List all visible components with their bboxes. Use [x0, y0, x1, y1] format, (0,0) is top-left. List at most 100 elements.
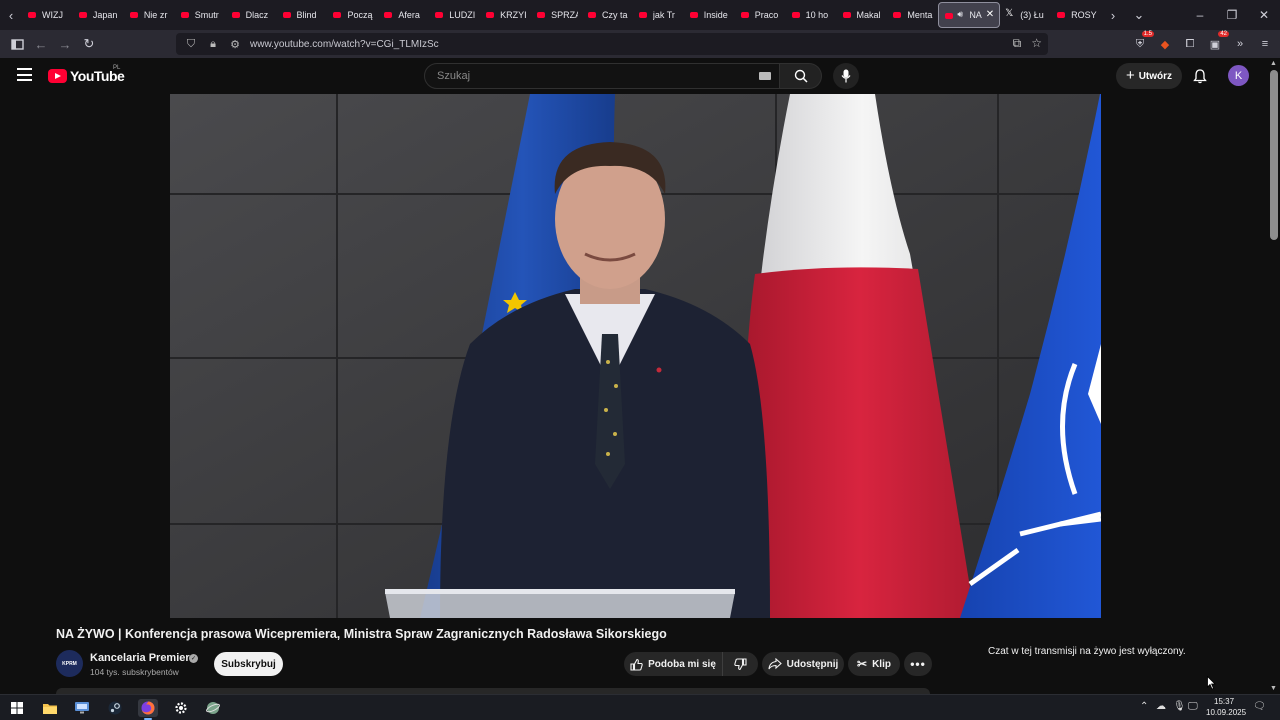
browser-tab[interactable]: ROSY	[1051, 2, 1102, 28]
account-avatar[interactable]: K	[1228, 65, 1249, 86]
picture-in-picture-icon[interactable]: ⧉	[1013, 36, 1022, 51]
subscribe-button[interactable]: Subskrybuj	[214, 652, 283, 676]
scroll-down-icon[interactable]: ▼	[1270, 685, 1277, 692]
search-input[interactable]	[435, 69, 735, 83]
reload-icon[interactable]: ↻	[77, 32, 101, 56]
youtube-logo[interactable]: YouTube PL	[48, 65, 125, 84]
window-restore-icon[interactable]: ❐	[1216, 0, 1248, 30]
video-player[interactable]	[170, 94, 1101, 618]
browser-tab-label: KRZYI	[500, 10, 527, 20]
browser-tab-label: Menta	[907, 10, 933, 20]
globe-app-icon[interactable]	[203, 699, 223, 717]
tracking-shield-icon[interactable]: ⛉	[184, 38, 198, 51]
youtube-icon	[587, 12, 596, 18]
steam-icon[interactable]	[105, 699, 125, 717]
youtube-icon	[1057, 12, 1066, 18]
search-box[interactable]	[424, 63, 780, 89]
browser-tab[interactable]: Japan	[73, 2, 124, 28]
app-menu-icon[interactable]: ≡	[1257, 36, 1273, 52]
clock-date[interactable]: 10.09.2025	[1206, 708, 1246, 717]
keyboard-icon[interactable]	[759, 72, 771, 80]
extensions-puzzle-icon[interactable]: ⧠	[1182, 36, 1198, 52]
tab-audio-speaker-icon[interactable]: 🔊︎	[957, 9, 963, 20]
share-arrow-icon	[768, 658, 782, 670]
address-bar[interactable]: ⛉ 🔒︎ ⚙︎ www.youtube.com/watch?v=CGi_TLMI…	[176, 33, 1048, 55]
url-text[interactable]: www.youtube.com/watch?v=CGi_TLMIzSc	[250, 39, 439, 50]
youtube-icon	[28, 12, 36, 18]
channel-avatar[interactable]: KPRM	[56, 650, 83, 677]
overflow-chevrons-icon[interactable]: »	[1232, 36, 1248, 52]
tab-close-icon[interactable]: ✕	[986, 9, 994, 20]
browser-tab[interactable]: Czy ta	[582, 2, 633, 28]
browser-tab[interactable]: LUDZI	[429, 2, 480, 28]
browser-tab[interactable]: Afera	[378, 2, 429, 28]
file-explorer-icon[interactable]	[40, 699, 60, 717]
browser-tab[interactable]: 𝕏 (3) Łu	[1000, 2, 1051, 28]
dislike-button[interactable]	[722, 652, 758, 676]
browser-tab[interactable]: Smutr	[175, 2, 226, 28]
like-button[interactable]: Podoba mi się	[624, 652, 722, 676]
more-actions-button[interactable]: •••	[904, 652, 932, 676]
forward-arrow-icon[interactable]: →	[53, 32, 77, 56]
lock-icon[interactable]: 🔒︎	[206, 38, 220, 51]
firefox-icon[interactable]	[138, 699, 158, 720]
browser-tab[interactable]: WIZJ	[22, 2, 73, 28]
browser-tab[interactable]: Dlacz	[226, 2, 277, 28]
tab-strip: WIZJ Japan Nie zr Smutr Dlacz Blind Począ Afera…	[22, 0, 1102, 30]
search-button[interactable]	[780, 63, 822, 89]
scrollbar-thumb[interactable]	[1270, 70, 1278, 240]
windows-start-icon[interactable]	[7, 699, 27, 717]
hamburger-menu-icon[interactable]	[17, 68, 32, 81]
window-minimize-icon[interactable]: –	[1184, 0, 1216, 30]
browser-tab[interactable]: Nie zr	[124, 2, 175, 28]
youtube-icon	[638, 12, 647, 18]
tab-list-chevron-down-icon[interactable]: ⌄	[1124, 0, 1154, 30]
browser-tab[interactable]: Począ	[327, 2, 378, 28]
clip-button[interactable]: ✂ Klip	[848, 652, 900, 676]
back-arrow-icon[interactable]: ←	[29, 32, 53, 56]
tab-scroll-left-icon[interactable]: ‹	[0, 0, 22, 30]
browser-tab[interactable]: Inside	[684, 2, 735, 28]
page-scrollbar[interactable]: ▲ ▼	[1268, 58, 1280, 694]
browser-tab[interactable]: Menta	[887, 2, 938, 28]
youtube-icon	[282, 12, 291, 18]
browser-tab[interactable]: 🔊︎ NA ✕	[938, 2, 1001, 28]
tray-microphone-icon[interactable]: 🎙︎	[1173, 701, 1186, 712]
network-icon[interactable]: 🖵︎	[1188, 701, 1198, 712]
tray-expand-chevron-icon[interactable]: ⌃	[1140, 701, 1148, 712]
share-button-label: Udostępnij	[786, 658, 839, 670]
computer-app-icon[interactable]	[72, 699, 92, 717]
channel-name[interactable]: Kancelaria Premiera	[90, 652, 196, 664]
notifications-center-icon[interactable]: 🗨︎	[1253, 701, 1266, 712]
clock-time[interactable]: 15:37	[1214, 697, 1234, 706]
browser-tab[interactable]: SPRZA	[531, 2, 582, 28]
share-button[interactable]: Udostępnij	[762, 652, 844, 676]
browser-tab[interactable]: jak Tr	[633, 2, 684, 28]
search-icon	[794, 69, 808, 83]
youtube-icon	[893, 12, 902, 18]
shield-extension-icon[interactable]: ⛨ 1.5	[1132, 31, 1154, 52]
browser-tab-label: Blind	[296, 10, 317, 20]
sidebar-toggle-icon[interactable]	[5, 32, 29, 56]
notifications-bell-icon[interactable]	[1191, 67, 1209, 85]
create-button[interactable]: + Utwórz	[1116, 63, 1182, 89]
browser-tab[interactable]: Blind	[277, 2, 328, 28]
browser-nav-bar: ← → ↻ ⛉ 🔒︎ ⚙︎ www.youtube.com/watch?v=CG…	[0, 30, 1280, 58]
region-code: PL	[113, 65, 121, 71]
permissions-icon[interactable]: ⚙︎	[228, 38, 242, 51]
bookmark-star-icon[interactable]: ☆	[1031, 36, 1042, 51]
browser-tab[interactable]: 10 ho	[786, 2, 837, 28]
browser-tab[interactable]: Makal	[837, 2, 888, 28]
fox-extension-icon[interactable]: ◆	[1157, 36, 1173, 52]
tab-scroll-right-icon[interactable]: ›	[1102, 0, 1124, 30]
addon-counter-icon[interactable]: ▣ 42	[1207, 31, 1229, 52]
browser-tab[interactable]: Praco	[735, 2, 786, 28]
shield-extension-badge: 1.5	[1141, 31, 1154, 37]
onedrive-cloud-icon[interactable]: ☁	[1156, 701, 1166, 712]
browser-tab[interactable]: KRZYI	[480, 2, 531, 28]
voice-search-button[interactable]	[833, 63, 859, 89]
window-close-icon[interactable]: ✕	[1248, 0, 1280, 30]
scroll-up-icon[interactable]: ▲	[1270, 60, 1277, 67]
settings-gear-icon[interactable]	[171, 699, 191, 717]
verified-badge-icon: ✓	[189, 654, 198, 663]
